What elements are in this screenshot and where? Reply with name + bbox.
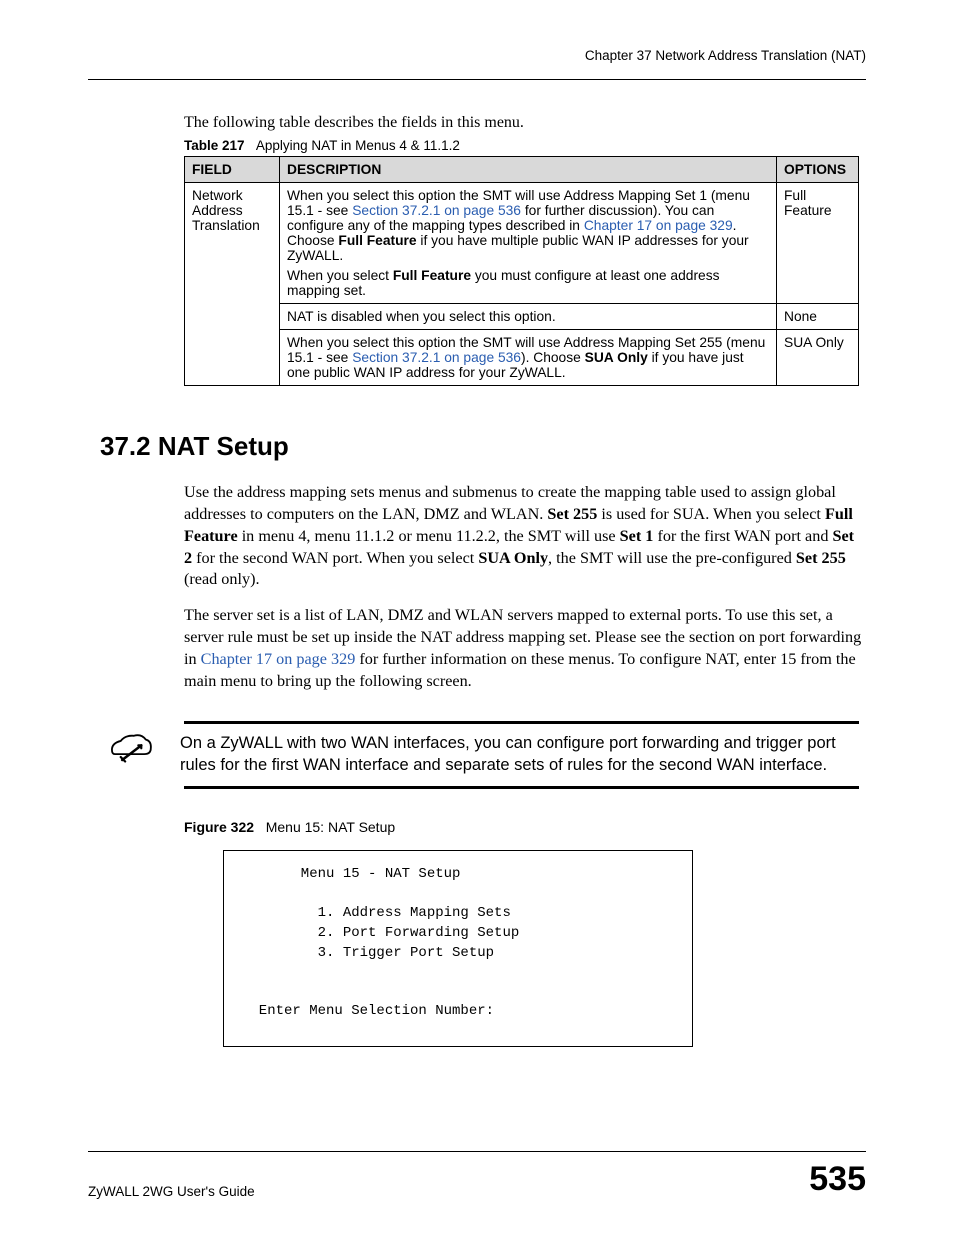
section-heading: 37.2 NAT Setup: [100, 431, 866, 462]
note-icon: [94, 732, 168, 766]
text: , the SMT will use the pre-configured: [548, 549, 796, 567]
table-caption-text: Applying NAT in Menus 4 & 11.1.2: [256, 138, 460, 153]
intro-paragraph: The following table describes the fields…: [184, 114, 866, 132]
figure-label: Figure 322: [184, 819, 254, 835]
cell-description: When you select this option the SMT will…: [280, 183, 777, 304]
cell-options: Full Feature: [777, 183, 859, 304]
page-header: Chapter 37 Network Address Translation (…: [88, 48, 866, 80]
note-rule: [184, 721, 859, 724]
body-paragraph: Use the address mapping sets menus and s…: [184, 482, 866, 591]
text: in menu 4, menu 11.1.2 or menu 11.2.2, t…: [238, 527, 620, 545]
menu-screen: Menu 15 - NAT Setup 1. Address Mapping S…: [223, 850, 693, 1047]
footer-guide-name: ZyWALL 2WG User's Guide: [88, 1184, 255, 1199]
note-rule: [184, 786, 859, 789]
figure-caption-text: Menu 15: NAT Setup: [266, 819, 395, 835]
cell-options: None: [777, 304, 859, 330]
cell-description: NAT is disabled when you select this opt…: [280, 304, 777, 330]
text-bold: Set 255: [547, 505, 597, 523]
link-chapter-17[interactable]: Chapter 17 on page 329: [201, 650, 356, 668]
nat-options-table: FIELD DESCRIPTION OPTIONS Network Addres…: [184, 156, 859, 386]
figure-caption: Figure 322 Menu 15: NAT Setup: [184, 819, 866, 835]
table-header-row: FIELD DESCRIPTION OPTIONS: [185, 157, 859, 183]
page-footer: ZyWALL 2WG User's Guide 535: [88, 1151, 866, 1199]
table-caption: Table 217 Applying NAT in Menus 4 & 11.1…: [184, 138, 866, 153]
text-bold: Full Feature: [338, 233, 416, 248]
col-description: DESCRIPTION: [280, 157, 777, 183]
text: for the first WAN port and: [653, 527, 832, 545]
table-label: Table 217: [184, 138, 245, 153]
col-field: FIELD: [185, 157, 280, 183]
text: ). Choose: [521, 350, 585, 365]
text-bold: Set 1: [620, 527, 654, 545]
chapter-title: Chapter 37 Network Address Translation (…: [585, 48, 866, 63]
table-row: Network Address Translation When you sel…: [185, 183, 859, 304]
text: is used for SUA. When you select: [597, 505, 825, 523]
cell-field: Network Address Translation: [185, 183, 280, 386]
note-text: On a ZyWALL with two WAN interfaces, you…: [168, 732, 866, 777]
table-row: NAT is disabled when you select this opt…: [185, 304, 859, 330]
col-options: OPTIONS: [777, 157, 859, 183]
text: (read only).: [184, 570, 260, 588]
text-bold: SUA Only: [585, 350, 648, 365]
text-bold: Set 255: [796, 549, 846, 567]
text: for the second WAN port. When you select: [192, 549, 478, 567]
link-section-37-2-1[interactable]: Section 37.2.1 on page 536: [352, 203, 521, 218]
cell-description: When you select this option the SMT will…: [280, 330, 777, 386]
page-number: 535: [809, 1160, 866, 1199]
cell-options: SUA Only: [777, 330, 859, 386]
link-chapter-17[interactable]: Chapter 17 on page 329: [584, 218, 733, 233]
text-bold: SUA Only: [478, 549, 548, 567]
table-row: When you select this option the SMT will…: [185, 330, 859, 386]
text: When you select: [287, 268, 393, 283]
link-section-37-2-1[interactable]: Section 37.2.1 on page 536: [352, 350, 521, 365]
note-block: On a ZyWALL with two WAN interfaces, you…: [88, 721, 866, 790]
body-paragraph: The server set is a list of LAN, DMZ and…: [184, 605, 866, 692]
text-bold: Full Feature: [393, 268, 471, 283]
